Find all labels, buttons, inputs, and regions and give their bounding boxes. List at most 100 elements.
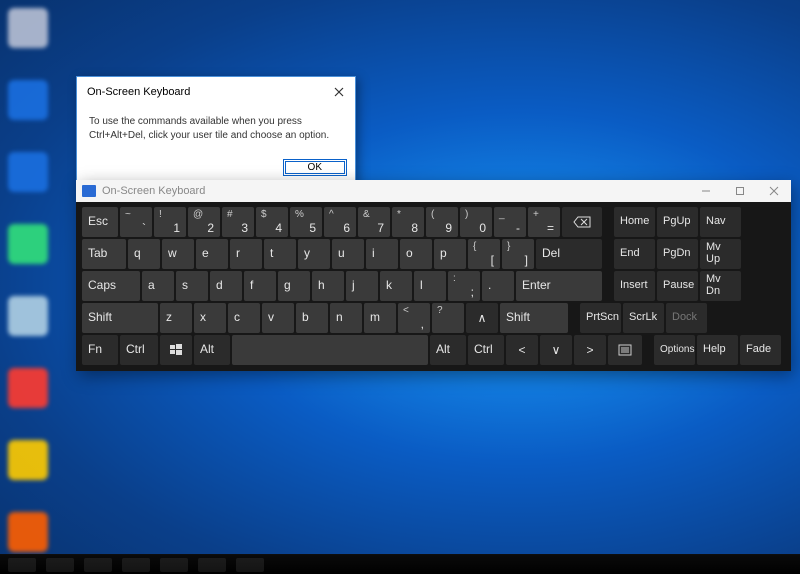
key-pause[interactable]: Pause bbox=[657, 271, 698, 301]
key-k[interactable]: k bbox=[380, 271, 412, 301]
key-arrow-left[interactable]: < bbox=[506, 335, 538, 365]
dialog-ok-button[interactable]: OK bbox=[283, 159, 347, 176]
key-a[interactable]: a bbox=[142, 271, 174, 301]
key-ctrl-left[interactable]: Ctrl bbox=[120, 335, 158, 365]
key-[[interactable]: {[ bbox=[468, 239, 500, 269]
key-tab[interactable]: Tab bbox=[82, 239, 126, 269]
key-p[interactable]: p bbox=[434, 239, 466, 269]
key-g[interactable]: g bbox=[278, 271, 310, 301]
osk-titlebar[interactable]: On-Screen Keyboard bbox=[76, 180, 791, 202]
desktop-icon[interactable] bbox=[8, 296, 48, 336]
key-t[interactable]: t bbox=[264, 239, 296, 269]
key-c[interactable]: c bbox=[228, 303, 260, 333]
key-2[interactable]: @2 bbox=[188, 207, 220, 237]
key-9[interactable]: (9 bbox=[426, 207, 458, 237]
dialog-close-button[interactable] bbox=[329, 83, 349, 101]
key-u[interactable]: u bbox=[332, 239, 364, 269]
key-=[interactable]: += bbox=[528, 207, 560, 237]
taskbar-item[interactable] bbox=[160, 558, 188, 572]
key-r[interactable]: r bbox=[230, 239, 262, 269]
taskbar-item[interactable] bbox=[46, 558, 74, 572]
key-8[interactable]: *8 bbox=[392, 207, 424, 237]
key-prtscn[interactable]: PrtScn bbox=[580, 303, 621, 333]
desktop-icon[interactable] bbox=[8, 224, 48, 264]
key-fade[interactable]: Fade bbox=[740, 335, 781, 365]
key-mv-dn[interactable]: Mv Dn bbox=[700, 271, 741, 301]
key-end[interactable]: End bbox=[614, 239, 655, 269]
key-s[interactable]: s bbox=[176, 271, 208, 301]
key-;[interactable]: :; bbox=[448, 271, 480, 301]
key-pgup[interactable]: PgUp bbox=[657, 207, 698, 237]
key-alt-right[interactable]: Alt bbox=[430, 335, 466, 365]
key-][interactable]: }] bbox=[502, 239, 534, 269]
taskbar-item[interactable] bbox=[122, 558, 150, 572]
key-?[interactable]: ? bbox=[432, 303, 464, 333]
dialog-titlebar[interactable]: On-Screen Keyboard bbox=[77, 77, 355, 105]
minimize-button[interactable] bbox=[689, 180, 723, 202]
key-6[interactable]: ^6 bbox=[324, 207, 356, 237]
key-m[interactable]: m bbox=[364, 303, 396, 333]
key-ctrl-right[interactable]: Ctrl bbox=[468, 335, 504, 365]
key-5[interactable]: %5 bbox=[290, 207, 322, 237]
close-button[interactable] bbox=[757, 180, 791, 202]
key-dock[interactable]: Dock bbox=[666, 303, 707, 333]
key-v[interactable]: v bbox=[262, 303, 294, 333]
taskbar-item[interactable] bbox=[8, 558, 36, 572]
key-nav[interactable]: Nav bbox=[700, 207, 741, 237]
key-z[interactable]: z bbox=[160, 303, 192, 333]
key-home[interactable]: Home bbox=[614, 207, 655, 237]
taskbar-item[interactable] bbox=[84, 558, 112, 572]
key-menu[interactable] bbox=[608, 335, 642, 365]
desktop-icon[interactable] bbox=[8, 8, 48, 48]
key-7[interactable]: &7 bbox=[358, 207, 390, 237]
key-shift-left[interactable]: Shift bbox=[82, 303, 158, 333]
key-options[interactable]: Options bbox=[654, 335, 695, 365]
key-insert[interactable]: Insert bbox=[614, 271, 655, 301]
key--[interactable]: _- bbox=[494, 207, 526, 237]
key-n[interactable]: n bbox=[330, 303, 362, 333]
key-y[interactable]: y bbox=[298, 239, 330, 269]
desktop-icon[interactable] bbox=[8, 512, 48, 552]
key-arrow-up[interactable]: ∧ bbox=[466, 303, 498, 333]
key-backspace[interactable] bbox=[562, 207, 602, 237]
key-w[interactable]: w bbox=[162, 239, 194, 269]
key-arrow-right[interactable]: > bbox=[574, 335, 606, 365]
key-esc[interactable]: Esc bbox=[82, 207, 118, 237]
key-arrow-down[interactable]: ∨ bbox=[540, 335, 572, 365]
key-scrlk[interactable]: ScrLk bbox=[623, 303, 664, 333]
key-,[interactable]: <, bbox=[398, 303, 430, 333]
key-b[interactable]: b bbox=[296, 303, 328, 333]
taskbar-item[interactable] bbox=[198, 558, 226, 572]
key-shift-right[interactable]: Shift bbox=[500, 303, 568, 333]
desktop-icon[interactable] bbox=[8, 80, 48, 120]
key-o[interactable]: o bbox=[400, 239, 432, 269]
key-fn[interactable]: Fn bbox=[82, 335, 118, 365]
key-space[interactable] bbox=[232, 335, 428, 365]
key-enter[interactable]: Enter bbox=[516, 271, 602, 301]
key-`[interactable]: ~` bbox=[120, 207, 152, 237]
key-l[interactable]: l bbox=[414, 271, 446, 301]
key-e[interactable]: e bbox=[196, 239, 228, 269]
key-period[interactable]: . bbox=[482, 271, 514, 301]
key-q[interactable]: q bbox=[128, 239, 160, 269]
taskbar-item[interactable] bbox=[236, 558, 264, 572]
desktop-icon[interactable] bbox=[8, 152, 48, 192]
key-4[interactable]: $4 bbox=[256, 207, 288, 237]
desktop-icon[interactable] bbox=[8, 368, 48, 408]
key-pgdn[interactable]: PgDn bbox=[657, 239, 698, 269]
key-help[interactable]: Help bbox=[697, 335, 738, 365]
maximize-button[interactable] bbox=[723, 180, 757, 202]
key-alt-left[interactable]: Alt bbox=[194, 335, 230, 365]
taskbar[interactable] bbox=[0, 554, 800, 574]
key-windows[interactable] bbox=[160, 335, 192, 365]
key-i[interactable]: i bbox=[366, 239, 398, 269]
key-f[interactable]: f bbox=[244, 271, 276, 301]
key-mv-up[interactable]: Mv Up bbox=[700, 239, 741, 269]
key-del[interactable]: Del bbox=[536, 239, 602, 269]
key-h[interactable]: h bbox=[312, 271, 344, 301]
key-x[interactable]: x bbox=[194, 303, 226, 333]
key-0[interactable]: )0 bbox=[460, 207, 492, 237]
key-3[interactable]: #3 bbox=[222, 207, 254, 237]
key-1[interactable]: !1 bbox=[154, 207, 186, 237]
desktop-icon[interactable] bbox=[8, 440, 48, 480]
